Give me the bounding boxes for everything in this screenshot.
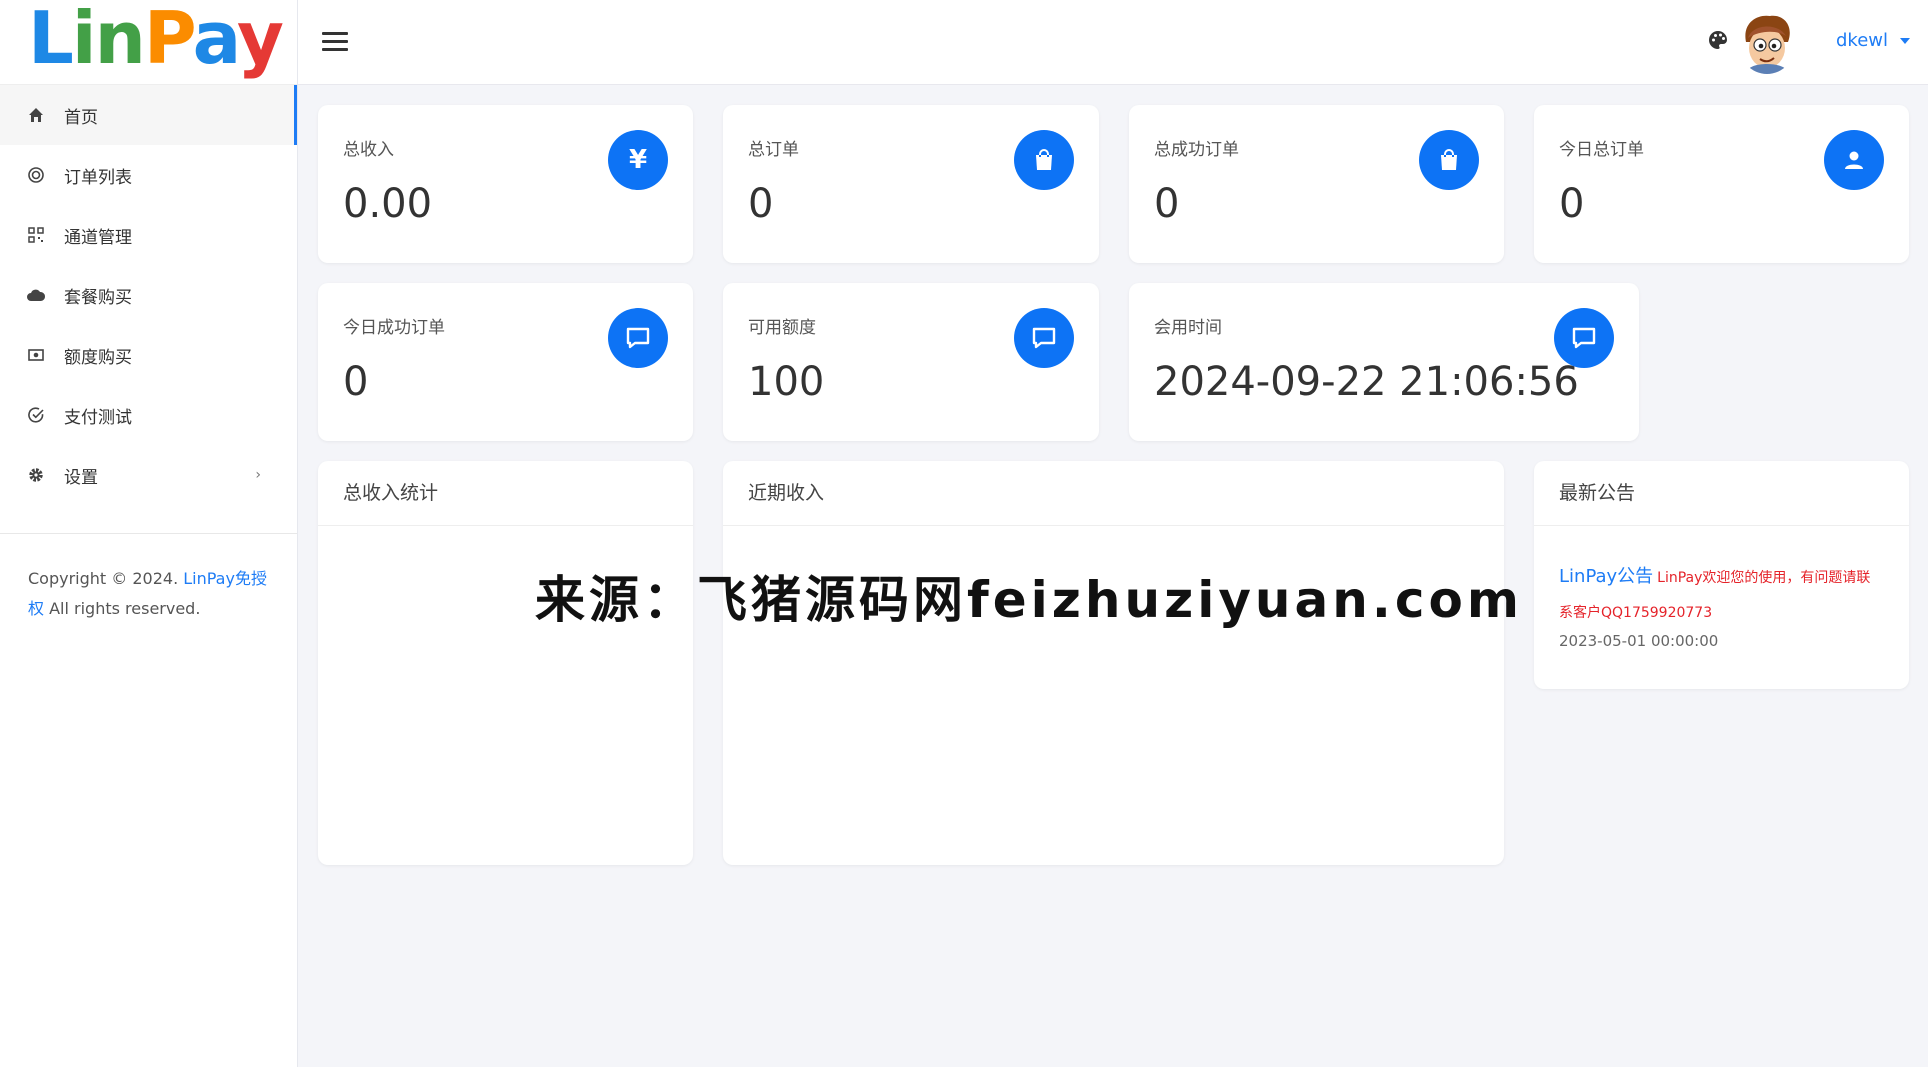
stat-value: 100 [748,359,825,405]
stat-label: 总收入 [343,140,394,160]
panel-title: 总收入统计 [318,461,693,526]
stat-card-total-income: 总收入 0.00 ¥ [318,105,693,263]
sidebar-item-orders[interactable]: 订单列表 [0,145,297,205]
sidebar-item-label: 额度购买 [64,347,132,368]
sidebar-item-label: 订单列表 [64,167,132,188]
shopping-bag-icon [1419,130,1479,190]
stat-card-today-orders: 今日总订单 0 [1534,105,1909,263]
logo-letter: a [192,0,239,80]
watermark-text: 来源：飞猪源码网feizhuziyuan.com [535,571,1523,629]
logo[interactable]: LinPay [0,0,297,85]
stat-value: 0 [1154,181,1180,227]
check-circle-icon [26,405,46,425]
notice-title-link[interactable]: LinPay公告 [1559,566,1653,587]
home-icon [26,105,46,125]
sidebar-item-channels[interactable]: 通道管理 [0,205,297,265]
sidebar-item-label: 通道管理 [64,227,132,248]
sidebar-item-packages[interactable]: 套餐购买 [0,265,297,325]
sidebar-item-label: 设置 [64,467,98,488]
sidebar: LinPay 首页 订单列表 通道管理 套餐购买 额度购买 支付测试 设置 › … [0,0,298,1067]
notice-date: 2023-05-01 00:00:00 [1559,632,1719,650]
sidebar-item-settings[interactable]: 设置 › [0,445,297,505]
stat-label: 总成功订单 [1154,140,1239,160]
message-icon [1554,308,1614,368]
message-icon [1014,308,1074,368]
copyright: Copyright © 2024. LinPay免授权 All rights r… [0,534,297,624]
stat-value: 0 [748,181,774,227]
logo-letter: L [28,0,74,80]
sidebar-item-home[interactable]: 首页 [0,85,297,145]
stat-card-member-time: 会用时间 2024-09-22 21:06:56 [1129,283,1639,441]
stat-card-today-success-orders: 今日成功订单 0 [318,283,693,441]
stat-card-total-orders: 总订单 0 [723,105,1099,263]
notice-text: LinPay公告 LinPay欢迎您的使用，有问题请联系客户QQ175992077… [1559,560,1884,630]
qrcode-icon [26,225,46,245]
stat-value: 0.00 [343,181,433,227]
cloud-icon [26,285,46,305]
stat-label: 会用时间 [1154,318,1222,338]
sidebar-item-label: 套餐购买 [64,287,132,308]
panel-total-income-stats: 总收入统计 [318,461,693,865]
palette-icon[interactable] [1708,30,1730,52]
sidebar-item-label: 首页 [64,107,98,128]
money-icon [26,345,46,365]
logo-letter: y [237,0,284,80]
gear-icon [26,465,46,485]
stat-label: 今日成功订单 [343,318,445,338]
stat-card-available-quota: 可用额度 100 [723,283,1099,441]
logo-text: LinPay [28,2,284,74]
yen-icon: ¥ [608,130,668,190]
panel-title: 最新公告 [1534,461,1909,526]
stat-label: 总订单 [748,140,799,160]
copyright-prefix: Copyright © 2024. [28,569,184,588]
logo-letter: in [71,0,146,80]
message-icon [608,308,668,368]
stat-value: 2024-09-22 21:06:56 [1154,359,1579,405]
stat-value: 0 [343,359,369,405]
sidebar-item-label: 支付测试 [64,407,132,428]
chevron-right-icon: › [255,467,261,483]
stat-card-total-success-orders: 总成功订单 0 [1129,105,1504,263]
panel-latest-notice: 最新公告 LinPay公告 LinPay欢迎您的使用，有问题请联系客户QQ1759… [1534,461,1909,689]
stat-label: 今日总订单 [1559,140,1644,160]
logo-letter: P [143,0,195,80]
stat-value: 0 [1559,181,1585,227]
caret-down-icon[interactable] [1900,38,1910,44]
menu-toggle-icon[interactable] [322,32,348,52]
username-link[interactable]: dkewl [1836,30,1888,51]
copyright-suffix: All rights reserved. [44,599,201,618]
shopping-bag-icon [1014,130,1074,190]
stat-label: 可用额度 [748,318,816,338]
target-icon [26,165,46,185]
panel-title: 近期收入 [723,461,1504,526]
avatar[interactable] [1738,12,1796,74]
sidebar-item-quota[interactable]: 额度购买 [0,325,297,385]
sidebar-nav: 首页 订单列表 通道管理 套餐购买 额度购买 支付测试 设置 › [0,85,297,505]
top-header: dkewl [298,0,1928,85]
panel-recent-income: 近期收入 [723,461,1504,865]
sidebar-item-paytest[interactable]: 支付测试 [0,385,297,445]
user-icon [1824,130,1884,190]
notice-item: LinPay公告 LinPay欢迎您的使用，有问题请联系客户QQ175992077… [1534,526,1909,650]
